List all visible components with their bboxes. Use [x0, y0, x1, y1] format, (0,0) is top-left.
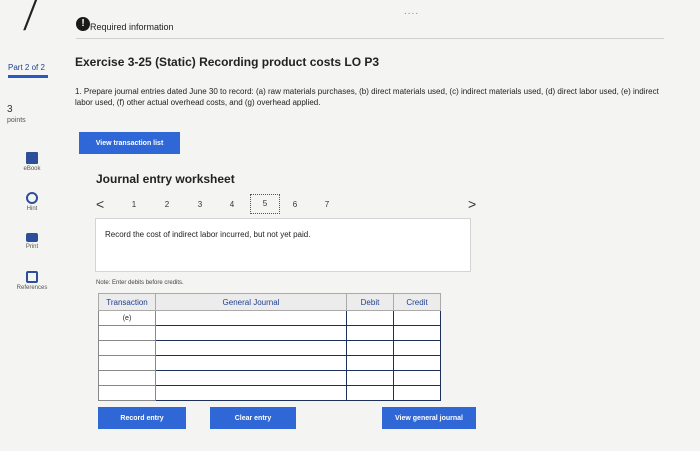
alert-icon: !	[76, 17, 90, 31]
debit-input[interactable]	[346, 385, 394, 401]
required-information-link[interactable]: Required information	[90, 22, 174, 32]
account-input[interactable]	[155, 355, 347, 371]
transaction-cell: (e)	[98, 310, 156, 326]
worksheet-title: Journal entry worksheet	[96, 172, 235, 186]
question-number: 7	[14, 0, 42, 41]
table-row	[98, 385, 441, 401]
header-debit: Debit	[346, 293, 394, 311]
credit-input[interactable]	[393, 340, 441, 356]
hint-button[interactable]: Hint	[10, 192, 54, 212]
table-row: (e)	[98, 310, 441, 326]
header-transaction: Transaction	[98, 293, 156, 311]
page-6[interactable]: 6	[285, 200, 305, 209]
clear-entry-button[interactable]: Clear entry	[210, 407, 296, 429]
credit-input[interactable]	[393, 355, 441, 371]
page-1[interactable]: 1	[124, 200, 144, 209]
table-row	[98, 325, 441, 341]
entry-description: Record the cost of indirect labor incurr…	[105, 230, 311, 239]
hint-icon	[26, 192, 38, 204]
account-input[interactable]	[155, 325, 347, 341]
exercise-title: Exercise 3-25 (Static) Recording product…	[75, 55, 380, 69]
page-7[interactable]: 7	[317, 200, 337, 209]
view-general-journal-button[interactable]: View general journal	[382, 407, 476, 429]
debit-input[interactable]	[346, 355, 394, 371]
transaction-cell	[98, 325, 156, 341]
table-row	[98, 355, 441, 371]
print-label: Print	[25, 244, 39, 250]
points-label: points	[7, 117, 26, 124]
credit-input[interactable]	[393, 385, 441, 401]
transaction-cell	[98, 370, 156, 386]
print-button[interactable]: Print	[10, 233, 54, 250]
debit-input[interactable]	[346, 340, 394, 356]
page-4[interactable]: 4	[222, 200, 242, 209]
hint-label: Hint	[26, 206, 38, 212]
page-3[interactable]: 3	[190, 200, 210, 209]
book-icon	[26, 152, 38, 164]
part-progress-bar	[8, 75, 48, 78]
credit-input[interactable]	[393, 310, 441, 326]
table-row	[98, 370, 441, 386]
ebook-button[interactable]: eBook	[10, 152, 54, 172]
debit-input[interactable]	[346, 310, 394, 326]
print-icon	[26, 233, 38, 242]
header-general-journal: General Journal	[155, 293, 347, 311]
transaction-cell	[98, 340, 156, 356]
points-value: 3	[7, 104, 13, 115]
view-transaction-list-button[interactable]: View transaction list	[79, 132, 180, 154]
debit-input[interactable]	[346, 325, 394, 341]
references-icon	[26, 271, 38, 283]
table-row	[98, 340, 441, 356]
page-5-active[interactable]: 5	[250, 194, 280, 214]
debits-note: Note: Enter debits before credits.	[96, 280, 184, 286]
account-input[interactable]	[155, 385, 347, 401]
entry-description-box	[95, 218, 471, 272]
account-input[interactable]	[155, 340, 347, 356]
part-indicator: Part 2 of 2	[8, 63, 45, 72]
references-button[interactable]: References	[10, 271, 54, 291]
account-input[interactable]	[155, 370, 347, 386]
header-divider	[76, 38, 664, 39]
ebook-label: eBook	[23, 166, 41, 172]
header-credit: Credit	[393, 293, 441, 311]
prev-arrow-icon[interactable]: <	[96, 196, 104, 212]
credit-input[interactable]	[393, 370, 441, 386]
account-input[interactable]	[155, 310, 347, 326]
credit-input[interactable]	[393, 325, 441, 341]
transaction-cell	[98, 355, 156, 371]
page-2[interactable]: 2	[157, 200, 177, 209]
record-entry-button[interactable]: Record entry	[98, 407, 186, 429]
debit-input[interactable]	[346, 370, 394, 386]
next-arrow-icon[interactable]: >	[468, 196, 476, 212]
exercise-instruction: 1. Prepare journal entries dated June 30…	[75, 87, 659, 107]
transaction-cell	[98, 385, 156, 401]
references-label: References	[16, 285, 48, 291]
more-dots: ....	[404, 6, 420, 17]
journal-table: Transaction General Journal Debit Credit…	[98, 293, 441, 401]
